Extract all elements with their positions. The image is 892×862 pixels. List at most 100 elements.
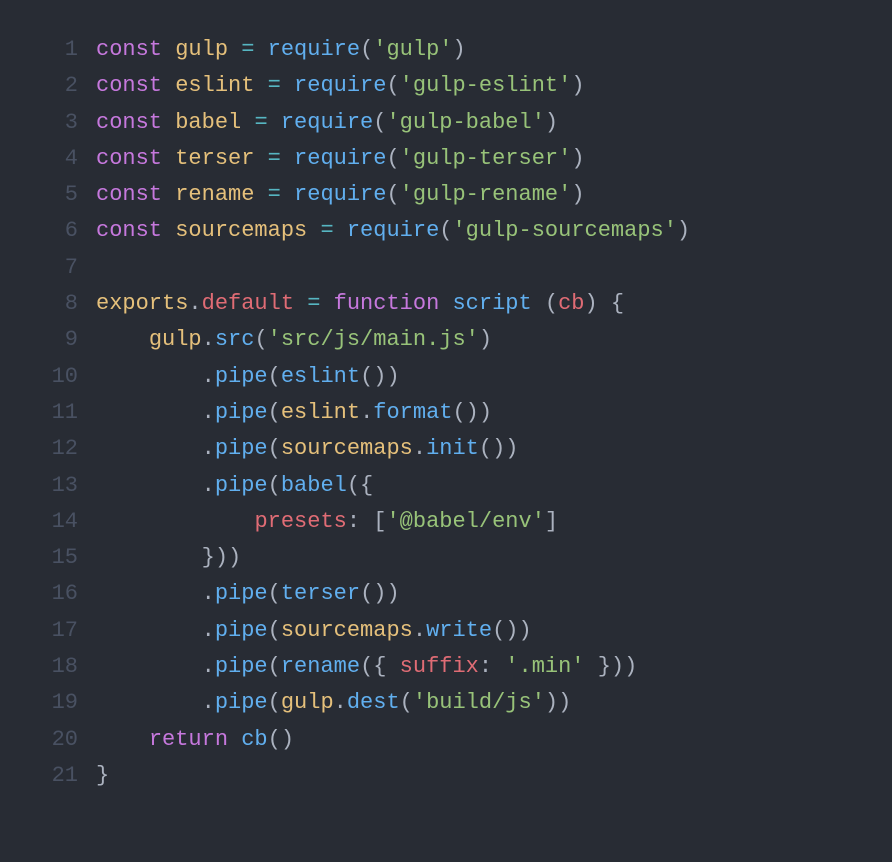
token-pun: ( bbox=[268, 654, 281, 679]
code-line[interactable]: 3const babel = require('gulp-babel') bbox=[0, 105, 892, 141]
token-pun: ( bbox=[400, 690, 413, 715]
code-content[interactable]: .pipe(rename({ suffix: '.min' })) bbox=[96, 649, 892, 685]
code-line[interactable]: 16 .pipe(terser()) bbox=[0, 576, 892, 612]
token-pun bbox=[439, 291, 452, 316]
token-pun bbox=[268, 110, 281, 135]
token-pun: })) bbox=[585, 654, 638, 679]
code-content[interactable]: presets: ['@babel/env'] bbox=[96, 504, 892, 540]
token-pun: . bbox=[96, 436, 215, 461]
line-number: 4 bbox=[0, 141, 96, 177]
token-fn: require bbox=[294, 73, 386, 98]
code-content[interactable]: const sourcemaps = require('gulp-sourcem… bbox=[96, 213, 892, 249]
code-line[interactable]: 18 .pipe(rename({ suffix: '.min' })) bbox=[0, 649, 892, 685]
token-pun: ( bbox=[268, 581, 281, 606]
code-editor[interactable]: 1const gulp = require('gulp')2const esli… bbox=[0, 0, 892, 826]
token-pun: () bbox=[268, 727, 294, 752]
code-line[interactable]: 21} bbox=[0, 758, 892, 794]
token-pun bbox=[281, 73, 294, 98]
token-fn: require bbox=[281, 110, 373, 135]
token-pun bbox=[96, 327, 149, 352]
code-content[interactable]: .pipe(babel({ bbox=[96, 468, 892, 504]
code-line[interactable]: 12 .pipe(sourcemaps.init()) bbox=[0, 431, 892, 467]
token-op: = bbox=[307, 291, 320, 316]
code-line[interactable]: 11 .pipe(eslint.format()) bbox=[0, 395, 892, 431]
token-pun: ) { bbox=[585, 291, 625, 316]
code-content[interactable]: .pipe(gulp.dest('build/js')) bbox=[96, 685, 892, 721]
token-op: = bbox=[241, 37, 254, 62]
token-pun: ()) bbox=[479, 436, 519, 461]
code-line[interactable]: 10 .pipe(eslint()) bbox=[0, 359, 892, 395]
code-content[interactable]: const eslint = require('gulp-eslint') bbox=[96, 68, 892, 104]
code-content[interactable]: const rename = require('gulp-rename') bbox=[96, 177, 892, 213]
token-str: 'gulp-rename' bbox=[400, 182, 572, 207]
line-number: 19 bbox=[0, 685, 96, 721]
code-content[interactable]: const gulp = require('gulp') bbox=[96, 32, 892, 68]
code-line[interactable]: 20 return cb() bbox=[0, 722, 892, 758]
token-fn: require bbox=[294, 146, 386, 171]
code-line[interactable]: 19 .pipe(gulp.dest('build/js')) bbox=[0, 685, 892, 721]
code-content[interactable]: .pipe(sourcemaps.write()) bbox=[96, 613, 892, 649]
token-pun bbox=[281, 146, 294, 171]
code-content[interactable]: .pipe(sourcemaps.init()) bbox=[96, 431, 892, 467]
token-var: rename bbox=[175, 182, 254, 207]
code-content[interactable]: exports.default = function script (cb) { bbox=[96, 286, 892, 322]
code-line[interactable]: 5const rename = require('gulp-rename') bbox=[0, 177, 892, 213]
code-line[interactable]: 7 bbox=[0, 250, 892, 286]
token-pun: . bbox=[96, 400, 215, 425]
code-line[interactable]: 13 .pipe(babel({ bbox=[0, 468, 892, 504]
token-op: = bbox=[268, 182, 281, 207]
token-pun bbox=[294, 291, 307, 316]
code-content[interactable]: .pipe(eslint.format()) bbox=[96, 395, 892, 431]
token-pun: ( bbox=[386, 146, 399, 171]
token-op: = bbox=[320, 218, 333, 243]
code-content[interactable]: const terser = require('gulp-terser') bbox=[96, 141, 892, 177]
token-pun: : [ bbox=[347, 509, 387, 534]
code-line[interactable]: 9 gulp.src('src/js/main.js') bbox=[0, 322, 892, 358]
code-line[interactable]: 4const terser = require('gulp-terser') bbox=[0, 141, 892, 177]
token-pun: })) bbox=[96, 545, 241, 570]
token-pun: . bbox=[96, 364, 215, 389]
code-content[interactable]: .pipe(eslint()) bbox=[96, 359, 892, 395]
token-mem: pipe bbox=[215, 690, 268, 715]
token-pun: ( bbox=[360, 37, 373, 62]
code-line[interactable]: 14 presets: ['@babel/env'] bbox=[0, 504, 892, 540]
code-content[interactable] bbox=[96, 250, 892, 286]
line-number: 17 bbox=[0, 613, 96, 649]
token-fn: cb bbox=[241, 727, 267, 752]
token-mem: pipe bbox=[215, 436, 268, 461]
code-line[interactable]: 6const sourcemaps = require('gulp-source… bbox=[0, 213, 892, 249]
token-var: gulp bbox=[149, 327, 202, 352]
code-line[interactable]: 15 })) bbox=[0, 540, 892, 576]
token-pun: ( bbox=[268, 473, 281, 498]
token-pun: . bbox=[334, 690, 347, 715]
line-number: 15 bbox=[0, 540, 96, 576]
token-param: cb bbox=[558, 291, 584, 316]
token-str: 'build/js' bbox=[413, 690, 545, 715]
token-pun bbox=[254, 37, 267, 62]
code-content[interactable]: .pipe(terser()) bbox=[96, 576, 892, 612]
line-number: 13 bbox=[0, 468, 96, 504]
code-content[interactable]: })) bbox=[96, 540, 892, 576]
token-pun bbox=[228, 37, 241, 62]
token-pun: ) bbox=[571, 146, 584, 171]
token-op: = bbox=[268, 73, 281, 98]
token-pun: ) bbox=[571, 182, 584, 207]
code-line[interactable]: 8exports.default = function script (cb) … bbox=[0, 286, 892, 322]
code-content[interactable]: const babel = require('gulp-babel') bbox=[96, 105, 892, 141]
code-content[interactable]: return cb() bbox=[96, 722, 892, 758]
token-pun: ( bbox=[268, 618, 281, 643]
token-mem: dest bbox=[347, 690, 400, 715]
token-pun: ()) bbox=[452, 400, 492, 425]
code-line[interactable]: 2const eslint = require('gulp-eslint') bbox=[0, 68, 892, 104]
token-pun: ( bbox=[439, 218, 452, 243]
code-line[interactable]: 17 .pipe(sourcemaps.write()) bbox=[0, 613, 892, 649]
code-content[interactable]: gulp.src('src/js/main.js') bbox=[96, 322, 892, 358]
token-pun: ( bbox=[532, 291, 558, 316]
token-fn: babel bbox=[281, 473, 347, 498]
token-kw: return bbox=[149, 727, 228, 752]
code-line[interactable]: 1const gulp = require('gulp') bbox=[0, 32, 892, 68]
token-str: 'gulp' bbox=[373, 37, 452, 62]
token-pun: ( bbox=[268, 364, 281, 389]
line-number: 1 bbox=[0, 32, 96, 68]
code-content[interactable]: } bbox=[96, 758, 892, 794]
